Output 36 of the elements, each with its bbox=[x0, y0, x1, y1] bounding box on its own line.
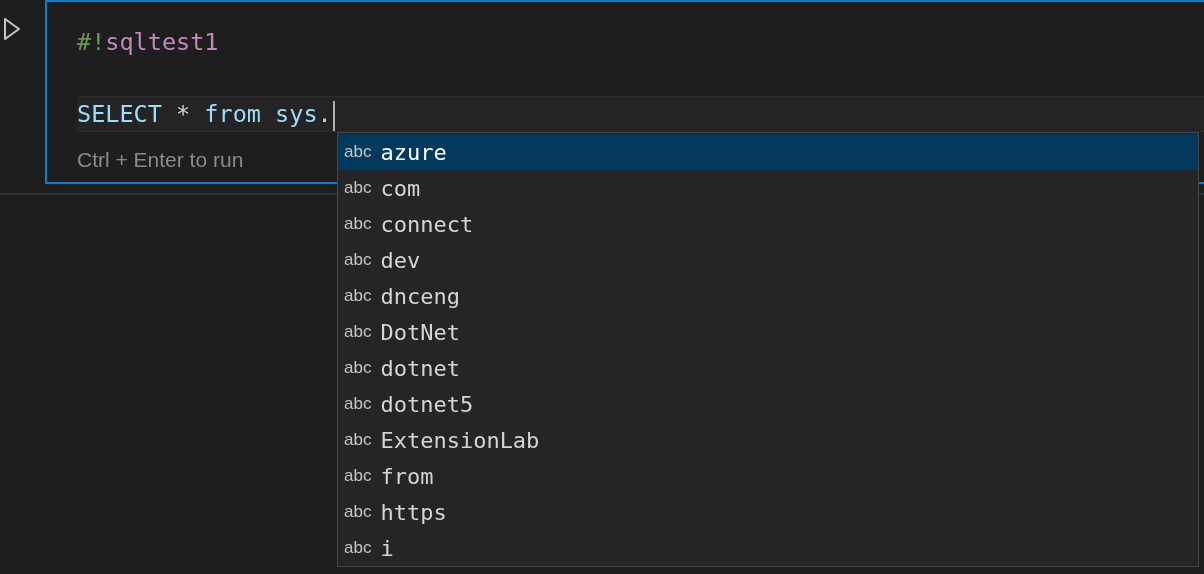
suggestion-label: dotnet5 bbox=[380, 391, 474, 417]
word-kind-icon: abc bbox=[344, 502, 372, 522]
suggestion-item[interactable]: abc dotnet5 bbox=[338, 386, 1198, 422]
word-kind-icon: abc bbox=[344, 358, 372, 378]
suggestion-label: from bbox=[380, 463, 434, 489]
word-kind-icon: abc bbox=[344, 322, 372, 342]
suggestion-item[interactable]: abc connect bbox=[338, 206, 1198, 242]
suggestion-label: ExtensionLab bbox=[380, 427, 540, 453]
word-kind-icon: abc bbox=[344, 250, 372, 270]
suggestion-item[interactable]: abc i bbox=[338, 530, 1198, 566]
run-hint: Ctrl + Enter to run bbox=[77, 148, 244, 172]
suggestion-item[interactable]: abc ExtensionLab bbox=[338, 422, 1198, 458]
word-kind-icon: abc bbox=[344, 538, 372, 558]
suggestion-item[interactable]: abc DotNet bbox=[338, 314, 1198, 350]
suggestion-label: connect bbox=[380, 211, 474, 237]
suggestion-label: dotnet bbox=[380, 355, 460, 381]
word-kind-icon: abc bbox=[344, 394, 372, 414]
suggestion-item[interactable]: abc dev bbox=[338, 242, 1198, 278]
run-icon[interactable] bbox=[3, 17, 21, 41]
suggestion-label: https bbox=[380, 499, 447, 525]
suggestion-label: dnceng bbox=[380, 283, 460, 309]
word-kind-icon: abc bbox=[344, 286, 372, 306]
suggestion-item[interactable]: abc https bbox=[338, 494, 1198, 530]
suggestion-label: dev bbox=[380, 247, 421, 273]
word-kind-icon: abc bbox=[344, 214, 372, 234]
suggestion-item[interactable]: abc azure bbox=[338, 134, 1198, 170]
suggestion-label: i bbox=[380, 535, 394, 561]
code-line: #!sqltest1 bbox=[77, 27, 219, 58]
suggestion-item[interactable]: abc dnceng bbox=[338, 278, 1198, 314]
suggestion-item[interactable]: abc from bbox=[338, 458, 1198, 494]
suggestion-label: DotNet bbox=[380, 319, 460, 345]
suggestion-label: azure bbox=[380, 139, 447, 165]
word-kind-icon: abc bbox=[344, 466, 372, 486]
word-kind-icon: abc bbox=[344, 430, 372, 450]
word-kind-icon: abc bbox=[344, 142, 372, 162]
suggestion-item[interactable]: abc dotnet bbox=[338, 350, 1198, 386]
